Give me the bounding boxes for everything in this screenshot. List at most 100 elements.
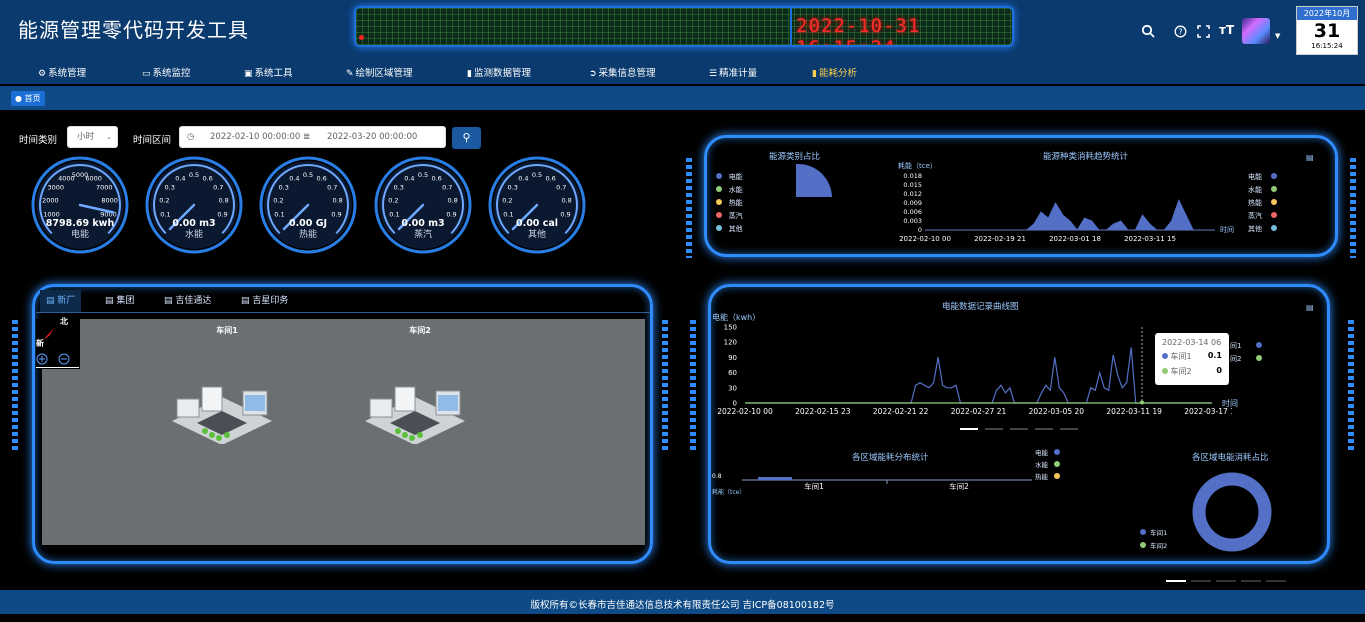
- time-type-select[interactable]: 小时 ⌄: [67, 126, 118, 148]
- menu-item-metering[interactable]: ☰ 精准计量: [709, 65, 757, 79]
- legend-item[interactable]: 车间1: [1140, 527, 1167, 540]
- menu-label: 系统工具: [254, 68, 293, 79]
- legend-item[interactable]: 蒸汽: [716, 211, 743, 221]
- panel-side-deco: [686, 158, 692, 258]
- carousel-dot[interactable]: [1241, 580, 1261, 582]
- legend-item[interactable]: 间2: [1230, 354, 1262, 364]
- factory-map[interactable]: 车间1 车间2: [42, 319, 645, 545]
- monitor-icon: ▭: [142, 69, 151, 79]
- search-icon[interactable]: [1141, 24, 1155, 38]
- carousel-dot[interactable]: [1035, 428, 1053, 430]
- menu-item-monitor-data[interactable]: ▮ 监测数据管理: [467, 65, 531, 79]
- energy-trend-chart: 00.0030.0060.0090.0120.0150.018 2022-02-1…: [899, 172, 1215, 243]
- menu-item-collect-info[interactable]: ➲ 采集信息管理: [589, 65, 656, 79]
- legend-item[interactable]: 电能: [1035, 447, 1061, 459]
- workshop-1-building[interactable]: [167, 379, 277, 444]
- search-icon: ⚲: [462, 131, 471, 144]
- gauge-tick-label: 0.9: [446, 210, 456, 218]
- carousel-dot[interactable]: [1266, 580, 1286, 582]
- legend-item[interactable]: 电能: [716, 172, 743, 182]
- legend-item[interactable]: 热能: [1248, 198, 1277, 208]
- start-date-input[interactable]: 2022-02-10 00:00:00: [210, 127, 300, 147]
- breadcrumb-home-tag[interactable]: ● 首页: [11, 91, 45, 106]
- trend-y-tick: 0.012: [903, 190, 922, 198]
- legend-label: 其他: [728, 225, 743, 233]
- tab-jixingyinwu[interactable]: ▤ 吉星印务: [235, 290, 294, 312]
- carousel-dot-active[interactable]: [1166, 580, 1186, 582]
- legend-item[interactable]: 其他: [1248, 224, 1277, 234]
- chevron-down-icon: ⌄: [106, 133, 112, 141]
- zoom-in-icon[interactable]: [36, 353, 48, 365]
- carousel-indicator: [960, 428, 1080, 431]
- carousel-dot-active[interactable]: [960, 428, 978, 430]
- legend-item[interactable]: 车间2: [1140, 540, 1167, 553]
- gauge-tick-label: 0.1: [389, 210, 399, 218]
- tooltip-series: 车间2: [1170, 367, 1192, 376]
- tab-jijiatongda[interactable]: ▤ 吉佳通达: [158, 290, 217, 312]
- gauge-name: 水能: [185, 228, 203, 240]
- time-type-value: 小时: [77, 132, 95, 142]
- dist-y-label: 耗能（tce）: [712, 488, 745, 496]
- gauge-value: 0.00 cal: [516, 218, 558, 229]
- footer: 版权所有©长春市吉佳通达信息技术有限责任公司 吉ICP备08100182号: [0, 590, 1365, 614]
- search-button[interactable]: ⚲: [452, 127, 481, 149]
- menu-item-draw-area[interactable]: ✎ 绘制区域管理: [346, 65, 413, 79]
- electric-y-tick: 30: [728, 384, 737, 392]
- gauge-tick-label: 0.8: [561, 196, 571, 204]
- legend-dot: [716, 173, 722, 179]
- breadcrumb-bar: [0, 86, 1365, 110]
- end-date-input[interactable]: 2022-03-20 00:00:00: [327, 127, 417, 147]
- avatar[interactable]: [1242, 18, 1270, 44]
- fullscreen-icon[interactable]: [1197, 25, 1210, 38]
- legend-label: 热能: [1248, 199, 1262, 207]
- gauge-tick-label: 0.3: [508, 183, 518, 191]
- tab-label: 集团: [116, 296, 135, 306]
- carousel-dot[interactable]: [1191, 580, 1211, 582]
- side-label: 新: [36, 339, 44, 348]
- electric-y-tick: 90: [728, 354, 737, 362]
- electric-legend: 间1 间2: [1230, 341, 1262, 364]
- chevron-down-icon[interactable]: ▼: [1275, 32, 1280, 40]
- date-range-picker[interactable]: ◷ 2022-02-10 00:00:00 ≣ 2022-03-20 00:00…: [179, 126, 446, 148]
- legend-item[interactable]: 水能: [1035, 459, 1061, 471]
- menu-item-system-management[interactable]: ⚙ 系统管理: [38, 65, 86, 79]
- menu-item-system-monitor[interactable]: ▭ 系统监控: [142, 65, 191, 79]
- electric-line-chart: 0 30 60 90 120 150 2022-02-10 00 2022-02-15 23 2…: [717, 324, 1232, 417]
- carousel-dot[interactable]: [985, 428, 1003, 430]
- legend-label: 间1: [1230, 342, 1242, 350]
- legend-item[interactable]: 蒸汽: [1248, 211, 1277, 221]
- dist-bar-workshop-1: [758, 477, 792, 480]
- data-view-icon[interactable]: ▤: [1306, 303, 1314, 312]
- tab-group[interactable]: ▤ 集团: [99, 290, 140, 312]
- tab-new-factory[interactable]: ▤ 新厂: [40, 290, 82, 312]
- legend-item[interactable]: 热能: [1035, 471, 1061, 483]
- legend-item[interactable]: 水能: [1248, 185, 1277, 195]
- menu-item-system-tools[interactable]: ▣ 系统工具: [244, 65, 293, 79]
- electric-x-tick: 2022-02-27 21: [951, 407, 1007, 416]
- legend-label: 车间2: [1150, 542, 1168, 550]
- zoom-out-icon[interactable]: [58, 353, 70, 365]
- send-icon: ➲: [589, 69, 597, 79]
- menu-item-energy-analysis[interactable]: ▮ 能耗分析: [812, 65, 857, 79]
- carousel-dot[interactable]: [1216, 580, 1236, 582]
- gauge-tick-label: 0.3: [279, 183, 289, 191]
- table-icon: ▤: [105, 296, 117, 306]
- tooltip-value: 0: [1216, 366, 1222, 375]
- legend-item[interactable]: 水能: [716, 185, 743, 195]
- carousel-dot[interactable]: [1060, 428, 1078, 430]
- help-icon[interactable]: ?: [1174, 25, 1187, 38]
- gauge-tick-label: 6000: [85, 174, 102, 182]
- panel-side-deco: [1350, 158, 1356, 258]
- legend-dot: [1054, 449, 1061, 455]
- carousel-dot[interactable]: [1010, 428, 1028, 430]
- legend-item[interactable]: 热能: [716, 198, 743, 208]
- gauge-tick-label: 0.6: [545, 174, 555, 182]
- legend-item[interactable]: 电能: [1248, 172, 1277, 182]
- gauge-tick-label: 0.2: [388, 196, 398, 204]
- workshop-2-building[interactable]: [360, 379, 470, 444]
- gauge-tick-label: 3000: [47, 183, 64, 191]
- font-size-icon[interactable]: тT: [1219, 23, 1234, 37]
- data-view-icon[interactable]: ▤: [1306, 153, 1314, 162]
- legend-item[interactable]: 其他: [716, 224, 743, 234]
- legend-item[interactable]: 间1: [1230, 341, 1262, 351]
